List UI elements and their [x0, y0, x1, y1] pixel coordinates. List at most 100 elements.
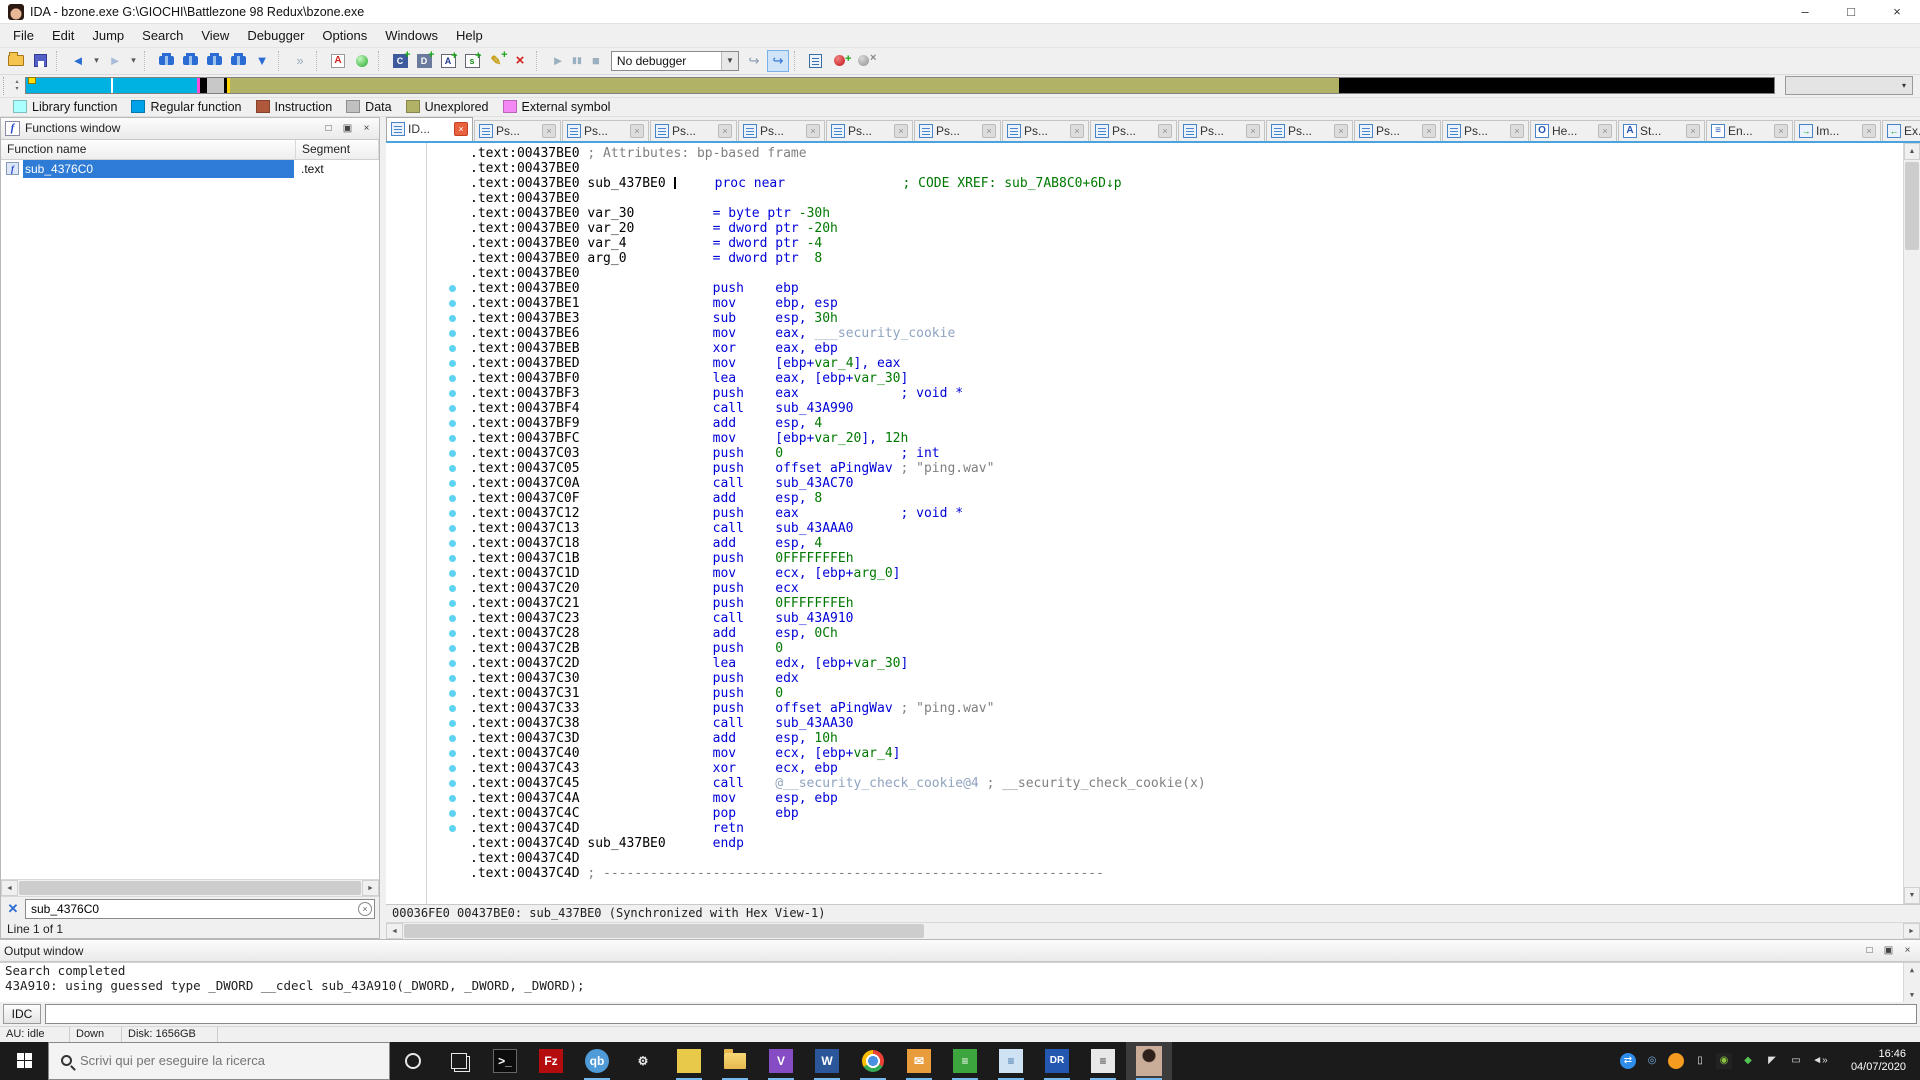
scroll-up-icon[interactable]: ▲ [1904, 963, 1920, 977]
panel-maximize-icon[interactable]: □ [1861, 943, 1878, 959]
scroll-up-icon[interactable]: ▲ [1904, 143, 1920, 160]
disassembly-line[interactable]: .text:00437C4C pop ebp [386, 806, 1903, 821]
disassembly-line[interactable]: .text:00437C0F add esp, 8 [386, 491, 1903, 506]
taskbar-chrome-button[interactable] [850, 1042, 896, 1080]
tab-pseudocode-1[interactable]: Ps...× [474, 120, 561, 141]
scroll-down-icon[interactable]: ▼ [1904, 887, 1920, 904]
disassembly-line[interactable]: .text:00437BE0 var_30 = byte ptr -30h [386, 206, 1903, 221]
tray-teamviewer-icon[interactable]: ⇄ [1616, 1042, 1640, 1080]
debug-stop-button[interactable]: ■ [585, 50, 607, 72]
disassembly-listing[interactable]: .text:00437BE0 ; Attributes: bp-based fr… [386, 143, 1903, 904]
taskbar-cortana-button[interactable] [390, 1042, 436, 1080]
disassembly-line[interactable]: .text:00437C4D sub_437BE0 endp [386, 836, 1903, 851]
taskbar-search-box[interactable] [48, 1042, 390, 1080]
open-file-button[interactable] [5, 50, 27, 72]
close-tab-icon[interactable]: × [630, 124, 644, 138]
close-tab-icon[interactable]: × [1422, 124, 1436, 138]
disassembly-line[interactable]: .text:00437C4D retn [386, 821, 1903, 836]
disassembly-line[interactable]: .text:00437C28 add esp, 0Ch [386, 626, 1903, 641]
disassembly-line[interactable]: .text:00437BE0 sub_437BE0 proc near ; CO… [386, 176, 1903, 191]
disassembly-line[interactable]: .text:00437C3D add esp, 10h [386, 731, 1903, 746]
panel-float-icon[interactable]: ▣ [339, 120, 356, 136]
tab-ida-view[interactable]: ID...× [386, 117, 473, 141]
disassembly-line[interactable]: .text:00437C45 call @__security_check_co… [386, 776, 1903, 791]
search-binary-button[interactable] [155, 50, 177, 72]
panel-maximize-icon[interactable]: □ [320, 120, 337, 136]
taskbar-dr-button[interactable]: DR [1034, 1042, 1080, 1080]
rename-button[interactable]: ✎ [485, 50, 507, 72]
search-text-button[interactable] [179, 50, 201, 72]
scroll-right-icon[interactable]: ► [1903, 923, 1920, 939]
search-next-button[interactable] [227, 50, 249, 72]
back-history-dropdown[interactable]: ▾ [91, 50, 102, 72]
maximize-button[interactable]: □ [1828, 0, 1874, 24]
close-tab-icon[interactable]: × [894, 124, 908, 138]
taskbar-file-explorer-button[interactable] [712, 1042, 758, 1080]
scroll-right-icon[interactable]: ► [362, 880, 379, 896]
menu-options[interactable]: Options [313, 25, 376, 46]
disassembly-line[interactable]: .text:00437C18 add esp, 4 [386, 536, 1903, 551]
disassembly-line[interactable]: .text:00437BE1 mov ebp, esp [386, 296, 1903, 311]
debugger-options-button[interactable] [805, 50, 827, 72]
menu-windows[interactable]: Windows [376, 25, 447, 46]
forward-history-dropdown[interactable]: ▾ [128, 50, 139, 72]
save-file-button[interactable] [29, 50, 51, 72]
clear-filter-icon[interactable]: × [358, 902, 372, 916]
taskbar-search-input[interactable] [80, 1053, 360, 1068]
disassembly-line[interactable]: .text:00437BE0 var_4 = dword ptr -4 [386, 236, 1903, 251]
disassembly-line[interactable]: .text:00437C20 push ecx [386, 581, 1903, 596]
panel-close-icon[interactable]: × [1899, 943, 1916, 959]
disassembly-line[interactable]: .text:00437BED mov [ebp+var_4], eax [386, 356, 1903, 371]
close-tab-icon[interactable]: × [1334, 124, 1348, 138]
column-function-name[interactable]: Function name [1, 140, 296, 159]
taskbar-word-button[interactable]: W [804, 1042, 850, 1080]
minimize-button[interactable]: – [1782, 0, 1828, 24]
search-value-button[interactable] [203, 50, 225, 72]
scroll-thumb[interactable] [404, 924, 924, 938]
disassembly-line[interactable]: .text:00437C21 push 0FFFFFFFEh [386, 596, 1903, 611]
tab-strings[interactable]: ASt...× [1618, 120, 1705, 141]
disassembly-line[interactable]: .text:00437BE0 [386, 161, 1903, 176]
cli-input[interactable] [45, 1004, 1917, 1024]
tab-pseudocode-7[interactable]: Ps...× [1002, 120, 1089, 141]
tab-enums[interactable]: ≡En...× [1706, 120, 1793, 141]
disassembly-line[interactable]: .text:00437BEB xor eax, ebp [386, 341, 1903, 356]
close-tab-icon[interactable]: × [1510, 124, 1524, 138]
start-button[interactable] [0, 1042, 48, 1080]
disassembly-line[interactable]: .text:00437C23 call sub_43A910 [386, 611, 1903, 626]
band-scroll-arrows[interactable]: ▴▾ [9, 79, 25, 93]
disassembly-line[interactable]: .text:00437C43 xor ecx, ebp [386, 761, 1903, 776]
tab-pseudocode-11[interactable]: Ps...× [1354, 120, 1441, 141]
band-zoom-select[interactable]: ▾ [1785, 76, 1913, 95]
tray-volume-icon[interactable]: ◄» [1808, 1042, 1832, 1080]
disassembly-line[interactable]: .text:00437C38 call sub_43AA30 [386, 716, 1903, 731]
function-name-cell[interactable]: sub_4376C0 [23, 160, 294, 178]
scroll-thumb[interactable] [19, 881, 361, 895]
disassembly-line[interactable]: .text:00437C12 push eax ; void * [386, 506, 1903, 521]
disassembly-line[interactable]: .text:00437C4D [386, 851, 1903, 866]
jump-button[interactable]: ▼ [251, 50, 273, 72]
undefine-button[interactable]: × [509, 50, 531, 72]
taskbar-notes-blue-button[interactable]: ≡ [988, 1042, 1034, 1080]
close-tab-icon[interactable]: × [1158, 124, 1172, 138]
close-tab-icon[interactable]: × [1598, 124, 1612, 138]
disassembly-line[interactable]: .text:00437C2B push 0 [386, 641, 1903, 656]
close-tab-icon[interactable]: × [1774, 124, 1788, 138]
tray-nvidia-icon[interactable]: ◉ [1712, 1042, 1736, 1080]
taskbar-photo-button[interactable] [1126, 1042, 1172, 1080]
disassembly-line[interactable]: .text:00437C05 push offset aPingWav ; "p… [386, 461, 1903, 476]
taskbar-clock[interactable]: 16:46 04/07/2020 [1832, 1048, 1910, 1074]
add-breakpoint-button[interactable] [829, 50, 851, 72]
functions-column-header[interactable]: Function name Segment [1, 140, 379, 160]
back-button[interactable]: ◄ [67, 50, 89, 72]
menu-view[interactable]: View [192, 25, 238, 46]
disassembly-line[interactable]: .text:00437BE0 [386, 266, 1903, 281]
taskbar-terminal-button[interactable]: >_ [482, 1042, 528, 1080]
run-to-cursor-button[interactable]: ↪ [767, 50, 789, 72]
close-tab-icon[interactable]: × [1686, 124, 1700, 138]
tab-pseudocode-4[interactable]: Ps...× [738, 120, 825, 141]
taskbar-mail-button[interactable]: ✉ [896, 1042, 942, 1080]
functions-filter-input[interactable] [25, 899, 375, 919]
menu-edit[interactable]: Edit [43, 25, 83, 46]
text-view-button[interactable]: A [327, 50, 349, 72]
